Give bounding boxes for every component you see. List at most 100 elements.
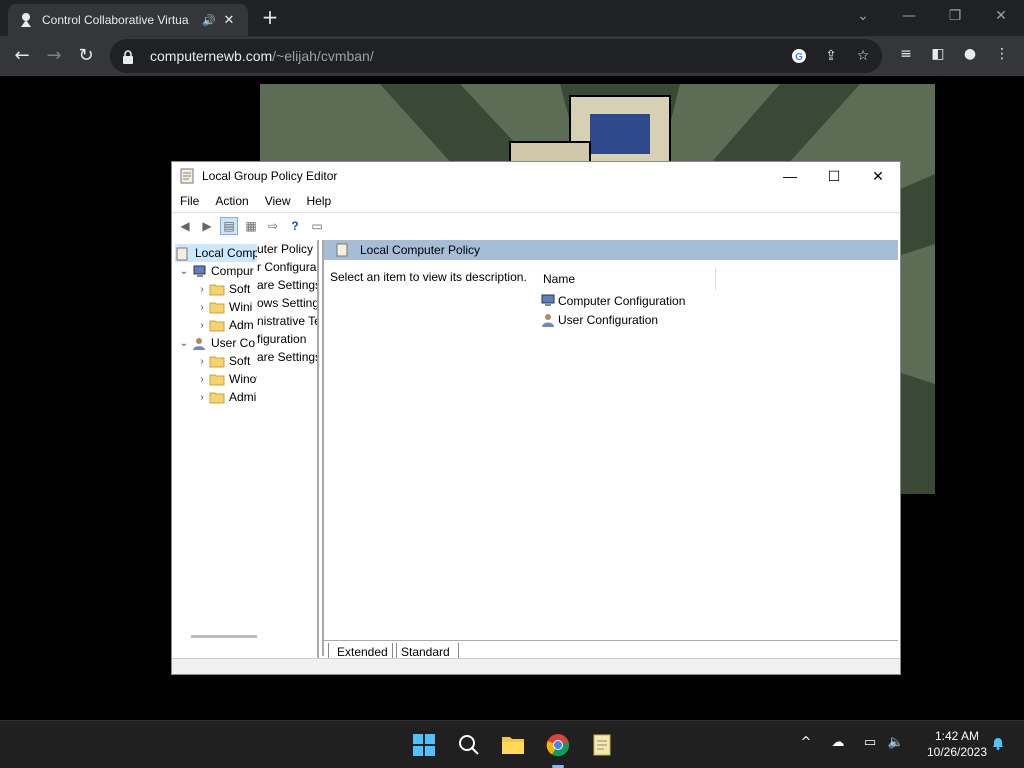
menu-action[interactable]: Action: [207, 192, 256, 212]
folder-icon: [209, 355, 225, 368]
artifact-text: uter Policy: [257, 242, 314, 256]
tree-root-local-computer-policy[interactable]: Local Comp: [175, 244, 260, 262]
tray-chevron-up-icon[interactable]: ^: [796, 735, 816, 755]
back-arrow-icon[interactable]: ←: [8, 42, 36, 70]
chevron-right-icon[interactable]: ›: [195, 392, 209, 403]
folder-icon: [209, 319, 225, 332]
artifact-text: are Settings: [257, 350, 318, 364]
folder-icon: [209, 283, 225, 296]
artifact-text: r Configura: [257, 260, 317, 274]
column-header-name[interactable]: Name: [542, 268, 716, 290]
page-content: Local Group Policy Editor — ☐ ✕ File Act…: [0, 76, 1024, 720]
tree-item-user-software-settings[interactable]: › Soft: [195, 352, 250, 370]
folder-icon: [209, 373, 225, 386]
gpo-maximize-button[interactable]: ☐: [812, 162, 856, 190]
tree-item-software-settings[interactable]: › Soft: [195, 280, 250, 298]
search-icon[interactable]: [455, 731, 483, 759]
user-icon: [191, 337, 207, 350]
forward-arrow-icon[interactable]: ▶: [198, 217, 216, 235]
chevron-right-icon[interactable]: ›: [195, 320, 209, 331]
group-policy-editor-window[interactable]: Local Group Policy Editor — ☐ ✕ File Act…: [171, 161, 901, 675]
google-lens-icon[interactable]: G: [790, 47, 808, 65]
notification-bell-icon[interactable]: [988, 735, 1008, 755]
share-icon[interactable]: ⇪: [822, 47, 840, 65]
new-tab-button[interactable]: +: [258, 6, 282, 30]
side-panel-icon[interactable]: ◧: [928, 46, 948, 66]
list-item-computer-configuration[interactable]: Computer Configuration: [540, 292, 685, 310]
tree-horizontal-scrollbar[interactable]: [191, 635, 257, 638]
menu-help[interactable]: Help: [299, 192, 340, 212]
file-explorer-icon[interactable]: [499, 731, 527, 759]
url-host: computernewb.com: [150, 48, 273, 64]
chevron-right-icon[interactable]: ›: [195, 374, 209, 385]
url-path: /~elijah/cvmban/: [272, 48, 374, 64]
chevron-right-icon[interactable]: ›: [195, 356, 209, 367]
folder-icon: [209, 391, 225, 404]
list-item-user-configuration[interactable]: User Configuration: [540, 311, 658, 329]
windows-start-icon[interactable]: [410, 731, 438, 759]
description-text: Select an item to view its description.: [330, 270, 527, 284]
menu-file[interactable]: File: [172, 192, 207, 212]
profile-icon[interactable]: ●: [960, 46, 980, 66]
properties-icon[interactable]: ▭: [308, 217, 326, 235]
volume-muted-icon[interactable]: 🔈: [886, 735, 906, 755]
bookmark-star-icon[interactable]: ☆: [854, 47, 872, 65]
svg-text:G: G: [795, 52, 803, 63]
chevron-down-icon[interactable]: ⌄: [177, 338, 191, 349]
artifact-text: are Settings: [257, 278, 318, 292]
computer-icon: [191, 265, 207, 278]
help-icon[interactable]: ?: [286, 217, 304, 235]
network-icon[interactable]: ▭: [860, 735, 880, 755]
tab-close-icon[interactable]: ✕: [220, 12, 238, 28]
chevron-down-icon[interactable]: ⌄: [177, 266, 191, 277]
details-pane[interactable]: Local Computer Policy Select an item to …: [322, 240, 898, 656]
onedrive-icon[interactable]: ☁: [828, 735, 848, 755]
show-hide-tree-icon[interactable]: ▤: [220, 216, 238, 235]
tree-item-label: Soft: [229, 354, 251, 368]
forward-arrow-icon[interactable]: →: [40, 42, 68, 70]
menu-view[interactable]: View: [257, 192, 299, 212]
export-arrow-icon[interactable]: ⇨: [264, 217, 282, 235]
tree-item-user-configuration[interactable]: ⌄ User Co: [177, 334, 255, 352]
reload-icon[interactable]: ↻: [72, 42, 100, 70]
artifact-text: figuration: [257, 332, 307, 346]
browser-close-button[interactable]: ✕: [986, 4, 1016, 28]
policy-document-icon: [336, 243, 350, 257]
list-item-label: User Configuration: [558, 313, 659, 327]
tab-search-chevron-icon[interactable]: ⌄: [848, 4, 878, 28]
gpo-close-button[interactable]: ✕: [856, 162, 900, 190]
chevron-right-icon[interactable]: ›: [195, 284, 209, 295]
browser-tab[interactable]: Control Collaborative Virtua 🔊 ✕: [8, 4, 248, 36]
chevron-right-icon[interactable]: ›: [195, 302, 209, 313]
browser-restore-button[interactable]: ❐: [940, 4, 970, 28]
tree-item-computer[interactable]: ⌄ Compur: [177, 262, 254, 280]
url-text[interactable]: computernewb.com/~elijah/cvmban/: [150, 48, 374, 64]
back-arrow-icon[interactable]: ◀: [176, 217, 194, 235]
tree-render-artifact: uter Policy r Configura are Settings ows…: [257, 240, 318, 660]
notepad-icon[interactable]: [588, 731, 616, 759]
browser-toolbar: ← → ↻ computernewb.com/~elijah/cvmban/ G…: [0, 36, 1024, 76]
tree-item-label: User Co: [211, 336, 256, 350]
gpo-minimize-button[interactable]: —: [768, 162, 812, 190]
media-control-icon[interactable]: ≡: [896, 46, 916, 66]
user-icon: [540, 313, 556, 328]
gpo-app-icon: [180, 168, 196, 184]
gpo-menu-bar: File Action View Help: [172, 192, 339, 212]
tree-item-windows-settings[interactable]: › Wini: [195, 298, 252, 316]
tab-title: Control Collaborative Virtua: [42, 13, 189, 27]
tree-item-administrative-templates[interactable]: › Adm: [195, 316, 254, 334]
chrome-menu-icon[interactable]: ⋮: [992, 46, 1012, 66]
tab-audio-icon[interactable]: 🔊: [202, 14, 220, 27]
windows-taskbar: ^ ☁ ▭ 🔈 1:42 AM 10/26/2023: [0, 720, 1024, 768]
address-bar[interactable]: computernewb.com/~elijah/cvmban/ G ⇪ ☆: [110, 39, 882, 73]
tree-item-label: Adm: [229, 318, 254, 332]
computer-icon: [540, 294, 556, 309]
folder-icon: [209, 301, 225, 314]
chrome-icon[interactable]: [544, 731, 572, 759]
export-list-icon[interactable]: ▦: [242, 217, 260, 235]
browser-minimize-button[interactable]: —: [894, 4, 924, 28]
list-item-label: Computer Configuration: [558, 294, 686, 308]
collabvm-favicon-icon: [18, 12, 34, 28]
browser-tab-strip: Control Collaborative Virtua 🔊 ✕ + ⌄ — ❐…: [0, 0, 1024, 36]
policy-document-icon: [175, 247, 191, 260]
